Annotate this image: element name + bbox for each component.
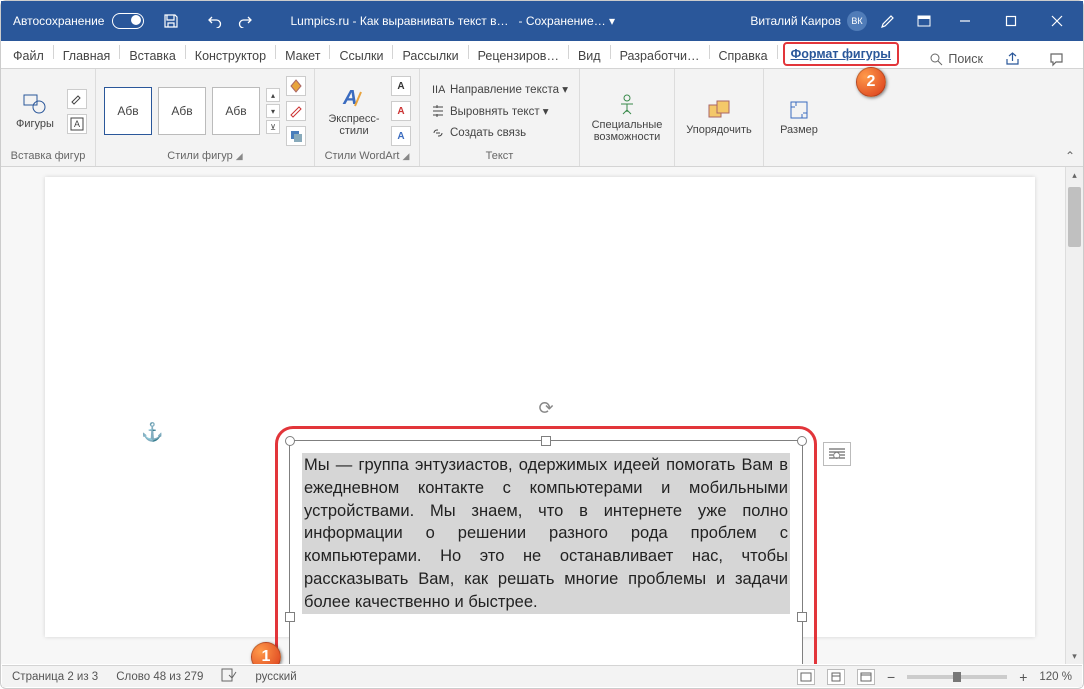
view-web-icon[interactable] [857, 669, 875, 685]
shape-style-1[interactable]: Абв [104, 87, 152, 135]
ribbon-group-accessibility: Специальные возможности [580, 69, 675, 166]
text-outline-icon[interactable]: A [391, 101, 411, 121]
minimize-button[interactable] [945, 1, 985, 41]
status-language[interactable]: русский [255, 671, 296, 683]
zoom-level[interactable]: 120 % [1039, 671, 1072, 683]
style-gallery-up-icon[interactable]: ▴ [266, 88, 280, 102]
align-text-button[interactable]: Выровнять текст ▾ [428, 103, 571, 119]
share-icon[interactable] [1003, 50, 1021, 68]
rotate-handle-icon[interactable]: ⟳ [538, 398, 553, 419]
text-direction-button[interactable]: IIA Направление текста ▾ [428, 81, 571, 97]
resize-handle-l[interactable] [285, 612, 295, 622]
title-bar: Автосохранение Lumpics.ru - Как выравнив… [1, 1, 1083, 41]
text-box-content[interactable]: Мы — группа энтузиастов, одержимых идеей… [302, 453, 790, 614]
arrange-button[interactable]: Упорядочить [683, 84, 755, 150]
wordart-styles-button[interactable]: A Экспресс-стили [323, 78, 385, 144]
ribbon-display-icon[interactable] [915, 12, 933, 30]
resize-handle-tl[interactable] [285, 436, 295, 446]
tab-home[interactable]: Главная [55, 45, 119, 68]
resize-handle-tr[interactable] [797, 436, 807, 446]
edit-shape-icon[interactable] [67, 89, 87, 109]
status-words[interactable]: Слово 48 из 279 [116, 671, 203, 683]
ribbon-group-wordart: A Экспресс-стили A A A Стили WordArt ◢ [315, 69, 420, 166]
document-title: Lumpics.ru - Как выравнивать текст в… [290, 14, 508, 28]
spellcheck-icon[interactable] [221, 668, 237, 685]
shapes-button[interactable]: Фигуры [9, 78, 61, 144]
saving-status[interactable]: - Сохранение… ▾ [519, 14, 616, 28]
callout-2: 2 [856, 67, 886, 97]
tab-design[interactable]: Конструктор [187, 45, 274, 68]
ribbon-tab-bar: Файл Главная Вставка Конструктор Макет С… [1, 41, 1083, 69]
tab-developer[interactable]: Разработчи… [612, 45, 708, 68]
maximize-button[interactable] [991, 1, 1031, 41]
draw-icon[interactable] [879, 12, 897, 30]
layout-options-button[interactable] [823, 442, 851, 466]
user-name: Виталий Каиров [750, 14, 841, 28]
save-icon[interactable] [162, 12, 180, 30]
shape-outline-icon[interactable] [286, 101, 306, 121]
svg-text:IIA: IIA [432, 84, 445, 96]
collapse-ribbon-icon[interactable]: ⌃ [1065, 149, 1075, 163]
view-print-icon[interactable] [827, 669, 845, 685]
text-box-frame[interactable]: ⟳ Мы — группа энтузиастов, одержимых иде… [281, 432, 811, 664]
ribbon-group-insert-shapes: Фигуры A Вставка фигур [1, 69, 96, 166]
group-label-insert: Вставка фигур [9, 148, 87, 164]
style-gallery-more-icon[interactable]: ⊻ [266, 120, 280, 134]
anchor-icon: ⚓ [141, 422, 163, 443]
status-bar: Страница 2 из 3 Слово 48 из 279 русский … [2, 665, 1082, 687]
autosave-label: Автосохранение [13, 14, 104, 28]
text-fill-icon[interactable]: A [391, 76, 411, 96]
search-label: Поиск [948, 52, 983, 66]
callout-1: 1 [251, 642, 281, 664]
style-gallery-down-icon[interactable]: ▾ [266, 104, 280, 118]
shape-fill-icon[interactable] [286, 76, 306, 96]
ribbon-group-arrange: Упорядочить [675, 69, 764, 166]
tab-shape-format[interactable]: Формат фигуры [783, 42, 899, 66]
avatar[interactable]: ВК [847, 11, 867, 31]
size-button[interactable]: Размер [772, 84, 826, 150]
svg-text:A: A [74, 119, 80, 129]
create-link-button[interactable]: Создать связь [428, 125, 571, 141]
status-page[interactable]: Страница 2 из 3 [12, 671, 98, 683]
scroll-up-icon[interactable]: ▴ [1066, 167, 1083, 183]
resize-handle-t[interactable] [541, 436, 551, 446]
ribbon-group-size: Размер [764, 69, 834, 166]
shape-style-2[interactable]: Абв [158, 87, 206, 135]
tab-insert[interactable]: Вставка [121, 45, 183, 68]
tab-layout[interactable]: Макет [277, 45, 328, 68]
close-button[interactable] [1037, 1, 1077, 41]
text-box-icon[interactable]: A [67, 114, 87, 134]
tab-references[interactable]: Ссылки [331, 45, 391, 68]
zoom-slider[interactable] [907, 675, 1007, 679]
tab-help[interactable]: Справка [711, 45, 776, 68]
resize-handle-r[interactable] [797, 612, 807, 622]
redo-icon[interactable] [236, 12, 254, 30]
search-box[interactable]: Поиск [930, 52, 983, 66]
undo-icon[interactable] [206, 12, 224, 30]
tab-mailings[interactable]: Рассылки [394, 45, 466, 68]
scroll-thumb[interactable] [1068, 187, 1081, 247]
vertical-scrollbar[interactable]: ▴ ▾ [1065, 167, 1083, 664]
autosave-group: Автосохранение [1, 13, 156, 29]
zoom-in-button[interactable]: + [1019, 669, 1027, 685]
document-workspace: ⚓ ⟳ Мы — группа энтузиастов, одержимых и… [1, 167, 1083, 664]
accessibility-button[interactable]: Специальные возможности [588, 84, 666, 150]
ribbon-group-shape-styles: Абв Абв Абв ▴ ▾ ⊻ Стили фигур ◢ [96, 69, 315, 166]
shape-effects-icon[interactable] [286, 126, 306, 146]
shape-style-3[interactable]: Абв [212, 87, 260, 135]
autosave-toggle[interactable] [112, 13, 144, 29]
ribbon: Фигуры A Вставка фигур Абв Абв Абв ▴ ▾ ⊻ [1, 69, 1083, 167]
ribbon-group-text: IIA Направление текста ▾ Выровнять текст… [420, 69, 580, 166]
tab-file[interactable]: Файл [5, 45, 52, 68]
zoom-out-button[interactable]: − [887, 669, 895, 685]
view-focus-icon[interactable] [797, 669, 815, 685]
text-effects-icon[interactable]: A [391, 126, 411, 146]
tab-view[interactable]: Вид [570, 45, 609, 68]
comments-icon[interactable] [1047, 50, 1065, 68]
scroll-down-icon[interactable]: ▾ [1066, 648, 1083, 664]
tab-review[interactable]: Рецензиров… [470, 45, 567, 68]
